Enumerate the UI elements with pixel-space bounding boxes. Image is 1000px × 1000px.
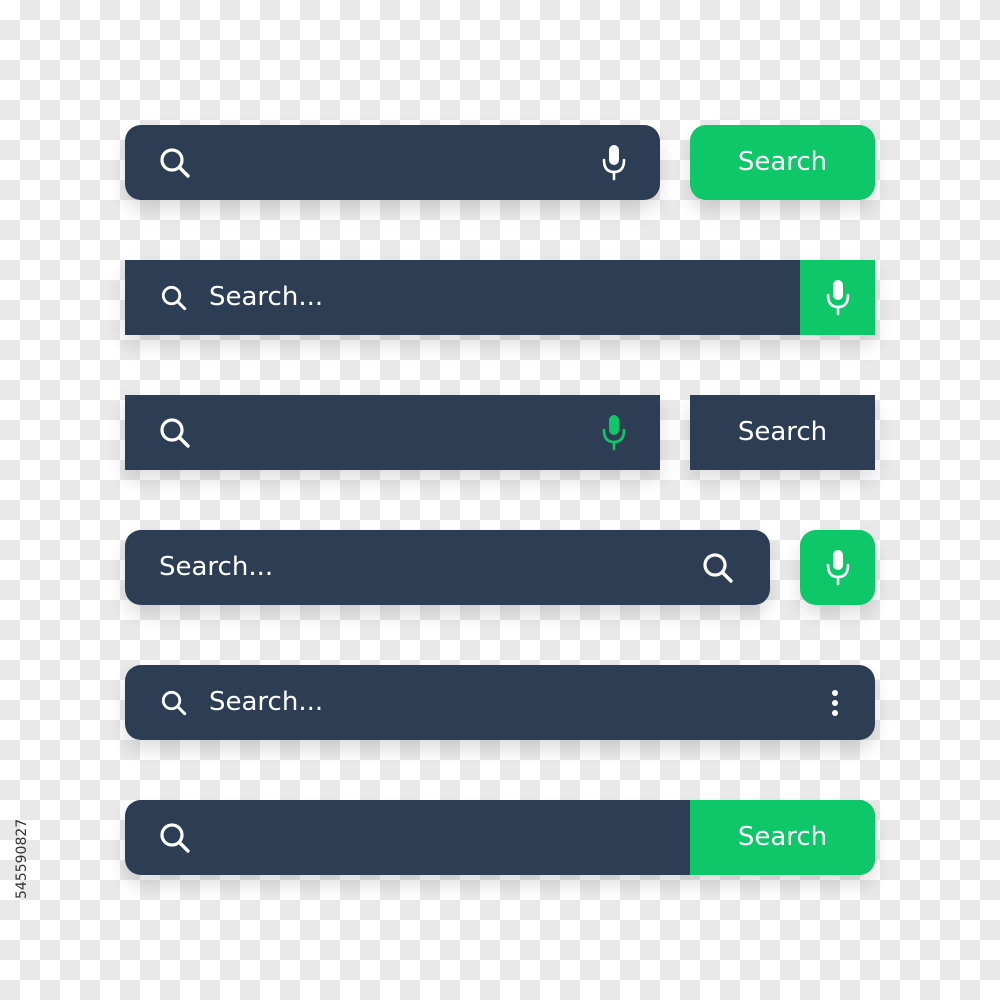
search-button-label: Search bbox=[737, 822, 828, 852]
search-icon[interactable] bbox=[160, 689, 188, 717]
mic-button[interactable] bbox=[800, 530, 875, 605]
search-placeholder[interactable]: Search... bbox=[209, 687, 323, 717]
search-icon[interactable] bbox=[158, 146, 192, 180]
stock-id-label: 545590827 bbox=[14, 818, 30, 899]
mic-icon[interactable] bbox=[825, 278, 851, 316]
search-button-3[interactable]: Search bbox=[690, 395, 875, 470]
search-bar-5[interactable]: Search... bbox=[125, 665, 875, 740]
more-vertical-icon[interactable] bbox=[830, 689, 840, 717]
search-button-label: Search bbox=[737, 417, 828, 447]
mic-button[interactable] bbox=[800, 260, 875, 335]
search-bar-1[interactable] bbox=[125, 125, 660, 200]
search-placeholder[interactable]: Search... bbox=[159, 552, 273, 582]
mic-icon[interactable] bbox=[825, 548, 851, 586]
search-button-label: Search bbox=[737, 147, 828, 177]
search-icon[interactable] bbox=[158, 416, 192, 450]
search-bar-2[interactable]: Search... bbox=[125, 260, 875, 335]
search-icon[interactable] bbox=[160, 284, 188, 312]
search-icon[interactable] bbox=[701, 551, 735, 585]
mic-icon[interactable] bbox=[601, 413, 627, 451]
search-placeholder[interactable]: Search... bbox=[209, 282, 323, 312]
mic-icon[interactable] bbox=[601, 143, 627, 181]
search-icon[interactable] bbox=[158, 821, 192, 855]
search-bar-3[interactable] bbox=[125, 395, 660, 470]
search-bar-6[interactable]: Search bbox=[125, 800, 875, 875]
search-bar-4[interactable]: Search... bbox=[125, 530, 770, 605]
search-button-1[interactable]: Search bbox=[690, 125, 875, 200]
search-button-6[interactable]: Search bbox=[690, 800, 875, 875]
